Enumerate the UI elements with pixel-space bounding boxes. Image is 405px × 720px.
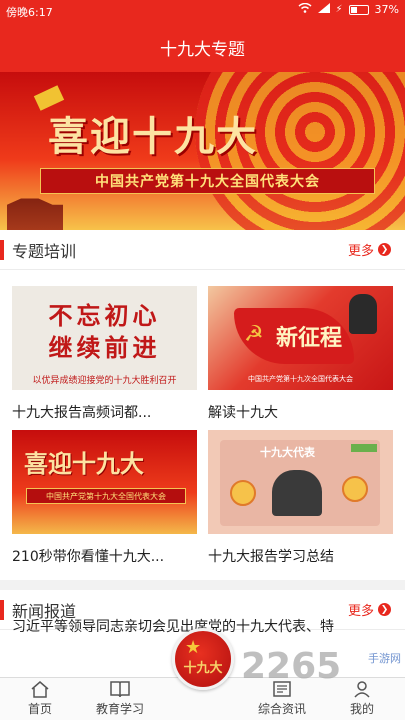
- title-bar: 十九大专题: [0, 22, 405, 72]
- logo-decoration: [351, 444, 377, 452]
- training-card[interactable]: 喜迎十九大 中国共产党第十九大全国代表大会 210秒带你看懂十九大...: [12, 430, 197, 566]
- home-icon: [31, 681, 49, 698]
- training-section: 专题培训 更多 ❯ 不忘初心 继续前进 以优异成绩迎接党的十九大胜利召开 十九大…: [0, 230, 405, 580]
- training-header: 专题培训 更多 ❯: [0, 230, 405, 270]
- center-nineteenth-congress-button[interactable]: ★ 十九大: [172, 628, 234, 690]
- section-accent-bar: [0, 239, 4, 260]
- banner-headline: 喜迎十九大: [48, 113, 258, 160]
- thumb-text: 以优异成绩迎接党的十九大胜利召开: [32, 376, 177, 386]
- tab-label: 教育学习: [95, 702, 144, 716]
- charging-icon: ⚡: [335, 4, 343, 15]
- training-more-button[interactable]: 更多 ❯: [348, 240, 391, 259]
- thumb-text: 中国共产党第十九大全国代表大会: [26, 488, 186, 504]
- tab-home[interactable]: 首页: [0, 678, 80, 720]
- signal-icon: [317, 3, 330, 16]
- watermark-number: 2265: [241, 646, 342, 687]
- tab-label: 我的: [349, 702, 374, 716]
- battery-icon: [348, 4, 369, 15]
- training-card-caption: 210秒带你看懂十九大...: [12, 549, 165, 565]
- tab-label: 首页: [27, 702, 52, 716]
- thumb-text: 喜迎十九大: [24, 449, 144, 478]
- training-title: 专题培训: [12, 241, 77, 261]
- star-icon: ★: [185, 637, 202, 658]
- book-icon: [110, 681, 130, 698]
- training-card-caption: 解读十九大: [208, 405, 278, 421]
- hammer-sickle-icon: ☭: [244, 322, 264, 347]
- chevron-right-icon: ❯: [378, 603, 391, 616]
- section-accent-bar: [0, 599, 4, 620]
- training-card-caption: 十九大报告高频词都...: [12, 405, 152, 421]
- thumb-text: 继续前进: [48, 333, 161, 362]
- site-watermark: 2265 手游网: [241, 640, 401, 690]
- bubble-decoration: [342, 476, 368, 502]
- more-label: 更多: [347, 244, 374, 259]
- thumb-text: 不忘初心: [48, 301, 161, 330]
- portrait-decoration: [349, 294, 377, 334]
- tab-label: 综合资讯: [257, 702, 306, 716]
- hero-banner[interactable]: 喜迎十九大 中国共产党第十九大全国代表大会: [0, 72, 405, 230]
- status-time: 傍晚6:17: [6, 6, 53, 19]
- training-thumbnail: 喜迎十九大 中国共产党第十九大全国代表大会: [12, 430, 197, 534]
- training-card[interactable]: 不忘初心 继续前进 以优异成绩迎接党的十九大胜利召开 十九大报告高频词都...: [12, 286, 197, 422]
- page-title: 十九大专题: [160, 39, 245, 60]
- thumb-text: 十九大代表: [260, 446, 315, 459]
- chevron-right-icon: ❯: [378, 243, 391, 256]
- wifi-icon: [298, 2, 312, 16]
- training-thumbnail: 不忘初心 继续前进 以优异成绩迎接党的十九大胜利召开: [12, 286, 197, 390]
- training-thumbnail: ☭ 新征程 中国共产党第十九次全国代表大会: [208, 286, 393, 390]
- thumb-text: 新征程: [276, 325, 343, 351]
- bubble-decoration: [230, 480, 256, 506]
- banner-subline: 中国共产党第十九大全国代表大会: [40, 168, 375, 194]
- watermark-text: 手游网: [368, 652, 401, 665]
- tab-education[interactable]: 教育学习: [80, 678, 160, 720]
- training-thumbnail: 十九大代表: [208, 430, 393, 534]
- status-bar: 傍晚6:17 ⚡ 37%: [0, 0, 405, 22]
- status-icons: ⚡ 37%: [298, 2, 399, 16]
- tiananmen-decoration: [7, 198, 63, 230]
- center-button-label: 十九大: [183, 660, 223, 676]
- training-card-caption: 十九大报告学习总结: [208, 549, 334, 565]
- speaker-decoration: [272, 470, 322, 516]
- battery-percent: 37%: [374, 3, 399, 16]
- training-card[interactable]: ☭ 新征程 中国共产党第十九次全国代表大会 解读十九大: [208, 286, 393, 422]
- thumb-text: 中国共产党第十九次全国代表大会: [248, 375, 353, 383]
- training-card[interactable]: 十九大代表 十九大报告学习总结: [208, 430, 393, 566]
